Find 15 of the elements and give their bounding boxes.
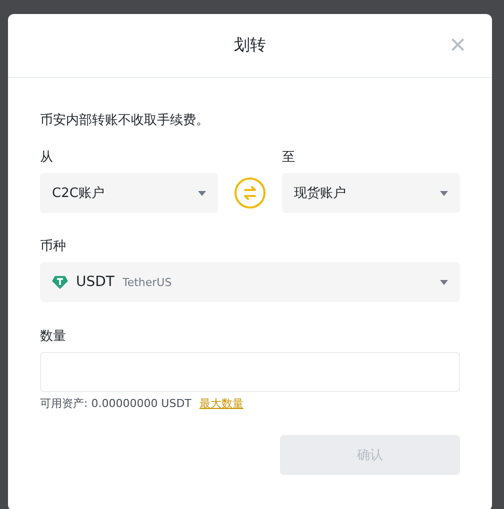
fee-notice: 币安内部转账不收取手续费。 [40,114,210,128]
caret-icon [440,190,448,196]
available-balance: 可用资产: 0.00000000 USDT [40,396,192,411]
coin-label: 币种 [40,239,66,255]
dialog-title: 划转 [234,35,266,56]
from-account-select[interactable]: C2C账户 [40,173,218,213]
to-account-select[interactable]: 现货账户 [282,173,460,213]
tether-icon [52,274,68,290]
swap-button[interactable] [234,177,266,209]
from-label: 从 [40,150,53,166]
coin-select[interactable]: USDT TetherUS [40,262,460,302]
amount-label: 数量 [40,329,66,345]
to-label: 至 [282,150,295,166]
caret-icon [198,190,206,196]
caret-icon [440,280,448,284]
